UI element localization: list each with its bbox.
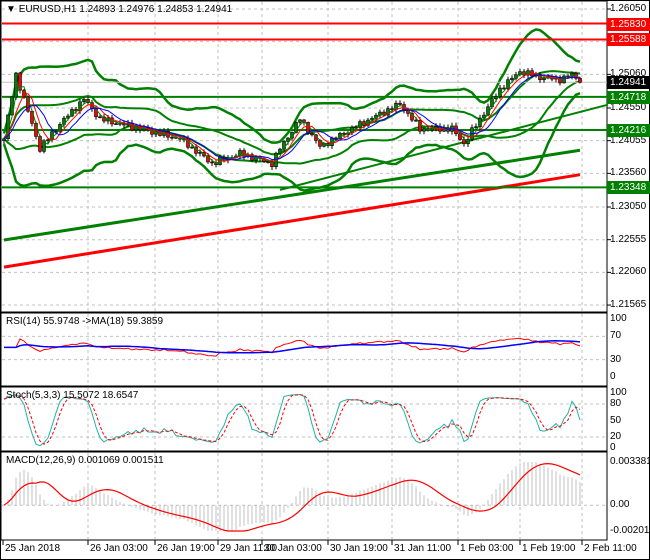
ohlc-open: 1.24893 [79, 4, 116, 15]
main-panel [0, 0, 608, 313]
time-label: 26 Jan 03:00 [90, 543, 148, 554]
price-axis-label: 1.23050 [610, 201, 647, 213]
collapse-triangle-icon[interactable]: ▼ [6, 4, 16, 15]
macd-label: MACD(12,26,9) 0.001069 0.001511 [6, 455, 164, 466]
rsi-axis-label: 70 [610, 330, 622, 342]
chart-canvas[interactable] [0, 0, 650, 560]
bear-candle [398, 102, 402, 105]
bear-candle [462, 139, 466, 145]
bull-candle [510, 77, 514, 80]
bull-candle [46, 139, 50, 142]
rsi-axis-label: 0 [610, 371, 616, 382]
bull-candle [542, 77, 546, 81]
stoch-label: Stoch(5,3,3) 15.5072 18.6547 [6, 390, 139, 401]
rsi-axis-label: 100 [610, 313, 627, 324]
bull-candle [190, 146, 194, 149]
bull-candle [298, 119, 302, 123]
time-label: 25 Jan 2018 [5, 543, 61, 554]
symbol-header: ▼ EURUSD,H1 1.24893 1.24976 1.24853 1.24… [6, 4, 232, 15]
bear-candle [98, 116, 102, 119]
bull-candle [82, 99, 86, 103]
time-label: 1 Feb 03:00 [460, 543, 514, 554]
stoch-axis-label: 20 [610, 431, 622, 442]
stoch-axis-label: 50 [610, 414, 622, 426]
current-price-tag: 1.24941 [607, 76, 650, 90]
time-label: 1 Feb 19:00 [522, 543, 576, 554]
rsi-label: RSI(14) 55.9748 ->MA(18) 59.3859 [6, 316, 164, 327]
bull-candle [114, 123, 118, 125]
bull-candle [474, 126, 478, 129]
time-label: 26 Jan 19:00 [157, 543, 215, 554]
ohlc-low: 1.24853 [157, 4, 194, 15]
bear-candle [334, 137, 338, 140]
bear-candle [210, 161, 214, 164]
bull-candle [278, 148, 282, 154]
stoch-axis-label: 100 [610, 387, 627, 398]
price-axis-label: 1.21565 [610, 299, 647, 311]
stoch-axis-label: 80 [610, 398, 622, 409]
time-label: 2 Feb 11:00 [584, 543, 637, 554]
bear-candle [342, 132, 346, 135]
level-price-tag: 1.24718 [607, 90, 650, 104]
time-label: 31 Jan 11:00 [394, 543, 452, 554]
price-axis-label: 1.22555 [610, 233, 647, 245]
symbol-label: EURUSD,H1 [18, 4, 77, 15]
bull-candle [422, 128, 426, 132]
bear-candle [310, 132, 314, 136]
macd-axis-label: 0.00 [610, 499, 630, 511]
ohlc-high: 1.24976 [118, 4, 155, 15]
price-axis-label: 1.26050 [610, 3, 647, 14]
level-price-tag: 1.24216 [607, 124, 650, 138]
price-axis-label: 1.22060 [610, 266, 647, 278]
bear-candle [170, 136, 174, 139]
macd-axis-label: -0.002013 [610, 525, 650, 536]
macd-axis-label: 0.003381 [610, 456, 650, 467]
time-label: 30 Jan 19:00 [330, 543, 388, 554]
rsi-axis-label: 30 [610, 353, 622, 365]
bull-candle [198, 152, 202, 154]
ohlc-close: 1.24941 [196, 4, 233, 15]
price-axis-label: 1.23560 [610, 167, 647, 179]
time-label: 30 Jan 03:00 [264, 543, 322, 554]
level-price-tag: 1.25588 [607, 33, 650, 47]
bear-candle [578, 77, 582, 83]
level-price-tag: 1.25830 [607, 17, 650, 31]
stoch-axis-label: 0 [610, 442, 616, 453]
bull-candle [2, 138, 6, 141]
level-price-tag: 1.23348 [607, 181, 650, 195]
mt4-chart-window: ▼ EURUSD,H1 1.24893 1.24976 1.24853 1.24… [0, 0, 650, 560]
